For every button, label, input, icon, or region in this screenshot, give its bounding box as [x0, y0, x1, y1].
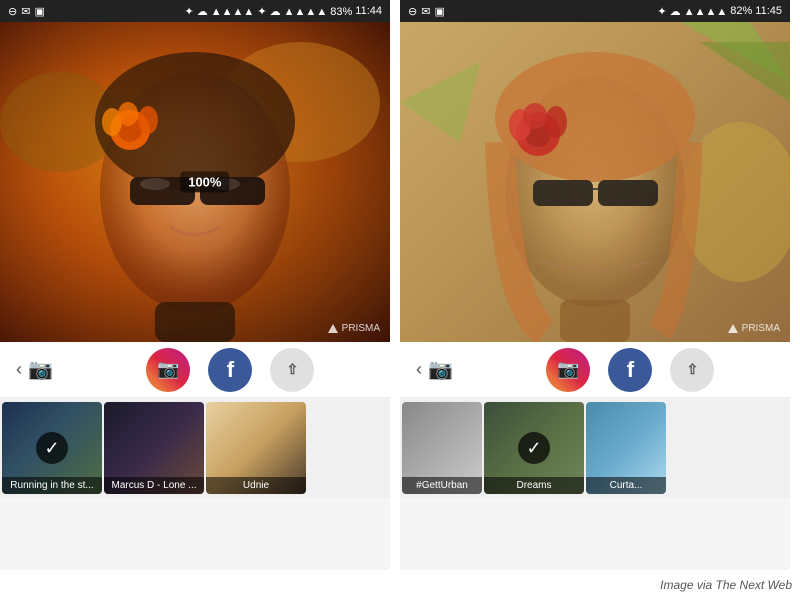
- filter-strip-left: ✓ Running in the st... Marcus D - Lone .…: [0, 398, 390, 498]
- status-battery: ✦ ☁ ▲▲▲▲ 83%: [257, 5, 352, 18]
- filter-item-running[interactable]: ✓ Running in the st...: [2, 402, 102, 494]
- prisma-watermark-right: PRISMA: [728, 323, 780, 334]
- status-icon-circle: ⊖: [8, 5, 17, 18]
- filter-label-running: Running in the st...: [2, 477, 102, 494]
- status-bar-right: ⊖ ✉ ▣ ✦ ☁ ▲▲▲▲ 82% 11:45: [400, 0, 790, 22]
- instagram-icon-left: 📷: [157, 359, 179, 380]
- filter-item-udnie[interactable]: Udnie: [206, 402, 306, 494]
- status-icons-right-r: ✦ ☁ ▲▲▲▲: [657, 5, 727, 18]
- back-button-right[interactable]: ‹ 📷: [416, 357, 453, 382]
- status-icon-circle-r: ⊖: [408, 5, 417, 18]
- status-icons-right: ✦ ☁ ▲▲▲▲: [184, 5, 254, 18]
- status-icon-grid-r: ▣: [434, 5, 444, 18]
- check-icon-running: ✓: [36, 432, 68, 464]
- status-time-left: 11:44: [355, 5, 382, 17]
- filter-label-getturban: #GettUrban: [402, 477, 482, 494]
- instagram-button-right[interactable]: 📷: [546, 348, 590, 392]
- action-bar-left: ‹ 📷 📷 f ⇧: [0, 342, 390, 398]
- percent-badge: 100%: [180, 172, 229, 193]
- facebook-icon-right: f: [627, 357, 634, 383]
- status-left-icons-right: ⊖ ✉ ▣: [408, 5, 445, 18]
- filter-strip-right: #GettUrban ✓ Dreams Curta...: [400, 398, 790, 498]
- attribution-text: Image via The Next Web: [660, 578, 792, 592]
- filter-label-curtain: Curta...: [586, 477, 666, 494]
- filter-item-dreams[interactable]: ✓ Dreams: [484, 402, 584, 494]
- status-icon-mail: ✉: [21, 5, 30, 18]
- action-bar-right: ‹ 📷 📷 f ⇧: [400, 342, 790, 398]
- facebook-icon-left: f: [227, 357, 234, 383]
- filter-item-marcus[interactable]: Marcus D - Lone ...: [104, 402, 204, 494]
- prisma-triangle-icon-r: [728, 324, 738, 333]
- share-icon-left: ⇧: [287, 361, 299, 378]
- back-arrow-right[interactable]: ‹: [416, 359, 422, 380]
- phone-panel-right: ⊖ ✉ ▣ ✦ ☁ ▲▲▲▲ 82% 11:45: [400, 0, 790, 570]
- filter-label-dreams: Dreams: [484, 477, 584, 494]
- instagram-button-left[interactable]: 📷: [146, 348, 190, 392]
- camera-button-right[interactable]: 📷: [428, 357, 453, 382]
- status-battery-r: 82%: [730, 5, 752, 17]
- back-button-left[interactable]: ‹ 📷: [16, 357, 53, 382]
- status-time-right: 11:45: [755, 5, 782, 17]
- filter-label-marcus: Marcus D - Lone ...: [104, 477, 204, 494]
- share-icon-right: ⇧: [687, 361, 699, 378]
- filter-label-udnie: Udnie: [206, 477, 306, 494]
- status-left-icons: ⊖ ✉ ▣: [8, 5, 45, 18]
- status-right-info-r: ✦ ☁ ▲▲▲▲ 82% 11:45: [657, 5, 782, 18]
- back-arrow-left[interactable]: ‹: [16, 359, 22, 380]
- check-icon-dreams: ✓: [518, 432, 550, 464]
- camera-button-left[interactable]: 📷: [28, 357, 53, 382]
- instagram-icon-right: 📷: [557, 359, 579, 380]
- status-bar-left: ⊖ ✉ ▣ ✦ ☁ ▲▲▲▲ ✦ ☁ ▲▲▲▲ 83% 11:44: [0, 0, 390, 22]
- filter-item-curtain[interactable]: Curta...: [586, 402, 666, 494]
- facebook-button-right[interactable]: f: [608, 348, 652, 392]
- share-button-right[interactable]: ⇧: [670, 348, 714, 392]
- prisma-triangle-icon: [328, 324, 338, 333]
- filter-item-getturban[interactable]: #GettUrban: [402, 402, 482, 494]
- prisma-watermark-left: PRISMA: [328, 323, 380, 334]
- status-right-info: ✦ ☁ ▲▲▲▲ ✦ ☁ ▲▲▲▲ 83% 11:44: [184, 5, 382, 18]
- share-button-left[interactable]: ⇧: [270, 348, 314, 392]
- phone-panel-left: ⊖ ✉ ▣ ✦ ☁ ▲▲▲▲ ✦ ☁ ▲▲▲▲ 83% 11:44: [0, 0, 390, 570]
- status-icon-mail-r: ✉: [421, 5, 430, 18]
- prisma-label-left: PRISMA: [342, 323, 380, 334]
- status-icon-grid: ▣: [34, 5, 44, 18]
- photo-area-right: PRISMA: [400, 22, 790, 342]
- photo-area-left: 100% PRISMA: [0, 22, 390, 342]
- prisma-label-right: PRISMA: [742, 323, 780, 334]
- facebook-button-left[interactable]: f: [208, 348, 252, 392]
